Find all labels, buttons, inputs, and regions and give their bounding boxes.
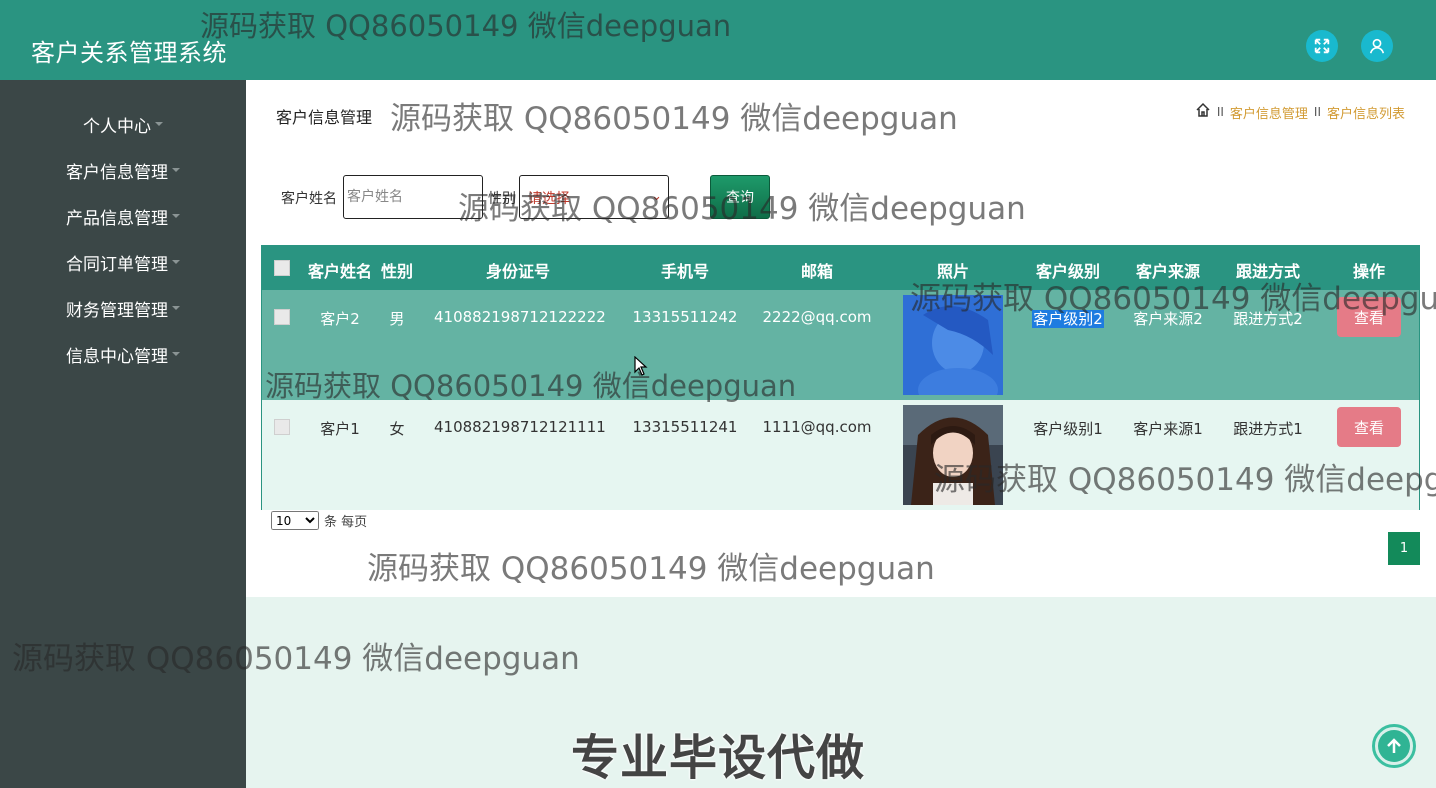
cell-id-number: 410882198712122222	[434, 308, 606, 326]
cell-id-number: 410882198712121111	[434, 418, 606, 436]
breadcrumb-customer-list: 客户信息列表	[1326, 106, 1405, 122]
sidebar-item-product-info[interactable]: 产品信息管理	[0, 201, 246, 231]
view-button[interactable]: 查看	[1337, 297, 1401, 337]
cell-level: 客户级别1	[1033, 420, 1103, 438]
customer-name-input[interactable]	[343, 175, 483, 219]
main-content: 客户信息管理 II 客户信息管理 II 客户信息列表 客户姓名 性别 请选择 ⌄…	[246, 80, 1436, 597]
page-size-control: 10 条 每页	[271, 511, 367, 530]
select-all-checkbox[interactable]	[274, 260, 290, 276]
cell-follow: 跟进方式1	[1233, 420, 1303, 438]
sidebar: 个人中心 客户信息管理 产品信息管理 合同订单管理 财务管理管理 信息中心管理	[0, 80, 246, 788]
gender-label: 性别	[488, 191, 516, 207]
fullscreen-icon[interactable]	[1306, 30, 1338, 62]
page-size-suffix: 条 每页	[324, 515, 368, 530]
breadcrumb-customer-info[interactable]: 客户信息管理	[1230, 103, 1308, 122]
caret-down-icon	[172, 306, 180, 310]
sidebar-item-label: 信息中心管理	[66, 346, 168, 367]
breadcrumb: II 客户信息管理 II 客户信息列表	[1195, 102, 1405, 122]
caret-down-icon	[172, 260, 180, 264]
column-header-phone[interactable]: 手机号	[632, 258, 738, 282]
cell-level: 客户级别2	[1030, 308, 1106, 329]
sidebar-item-info-center[interactable]: 信息中心管理	[0, 339, 246, 369]
sidebar-item-contract-orders[interactable]: 合同订单管理	[0, 247, 246, 277]
column-header-level[interactable]: 客户级别	[1030, 258, 1106, 282]
query-button[interactable]: 查询	[710, 175, 770, 219]
sidebar-item-finance[interactable]: 财务管理管理	[0, 293, 246, 323]
cell-phone: 13315511242	[632, 308, 738, 326]
customer-photo	[903, 295, 1003, 395]
table-header: 客户姓名 性别 身份证号 手机号 邮箱 照片 客户级别 客户来源 跟进方式 操作	[262, 246, 1419, 290]
column-header-id-number[interactable]: 身份证号	[434, 258, 602, 282]
column-header-email[interactable]: 邮箱	[762, 258, 872, 282]
user-icon[interactable]	[1361, 30, 1393, 62]
arrow-up-icon	[1378, 730, 1410, 762]
row-checkbox[interactable]	[274, 419, 290, 435]
breadcrumb-separator: II	[1313, 105, 1321, 119]
cell-level-text: 客户级别2	[1032, 310, 1104, 328]
cell-phone: 13315511241	[632, 418, 738, 436]
sidebar-item-label: 客户信息管理	[66, 162, 168, 183]
sidebar-item-label: 产品信息管理	[66, 208, 168, 229]
caret-down-icon	[172, 214, 180, 218]
column-header-follow[interactable]: 跟进方式	[1228, 258, 1308, 282]
caret-down-icon	[172, 352, 180, 356]
sidebar-item-customer-info[interactable]: 客户信息管理	[0, 155, 246, 185]
sidebar-item-personal-center[interactable]: 个人中心	[0, 109, 246, 139]
sidebar-item-label: 财务管理管理	[66, 300, 168, 321]
cell-source: 客户来源1	[1133, 420, 1203, 438]
column-header-name[interactable]: 客户姓名	[307, 258, 373, 282]
cell-follow: 跟进方式2	[1233, 310, 1303, 328]
customer-table: 客户姓名 性别 身份证号 手机号 邮箱 照片 客户级别 客户来源 跟进方式 操作…	[261, 245, 1420, 510]
sidebar-item-label: 个人中心	[83, 116, 151, 137]
column-header-photo[interactable]: 照片	[903, 258, 1003, 282]
page-size-select[interactable]: 10	[271, 511, 319, 530]
column-header-action: 操作	[1352, 262, 1385, 281]
app-title: 客户关系管理系统	[31, 39, 227, 67]
chevron-down-icon: ⌄	[651, 189, 662, 204]
breadcrumb-separator: II	[1216, 105, 1224, 119]
caret-down-icon	[172, 168, 180, 172]
view-button[interactable]: 查看	[1337, 407, 1401, 447]
customer-photo	[903, 405, 1003, 505]
home-icon[interactable]	[1195, 102, 1211, 122]
cell-name: 客户2	[320, 310, 360, 328]
gender-select[interactable]: 请选择 ⌄	[519, 175, 669, 219]
cell-email: 2222@qq.com	[762, 308, 872, 326]
column-header-source[interactable]: 客户来源	[1128, 258, 1208, 282]
cell-email: 1111@qq.com	[762, 418, 872, 436]
mouse-cursor-icon	[634, 355, 648, 380]
table-row[interactable]: 客户2 男 410882198712122222 13315511242 222…	[262, 290, 1419, 400]
table-row[interactable]: 客户1 女 410882198712121111 13315511241 111…	[262, 400, 1419, 510]
promo-banner: 专业毕设代做	[571, 730, 866, 786]
row-checkbox[interactable]	[274, 309, 290, 325]
page-title: 客户信息管理	[276, 108, 373, 127]
customer-name-label: 客户姓名	[281, 191, 337, 207]
caret-down-icon	[155, 122, 163, 126]
page-button[interactable]: 1	[1388, 532, 1420, 565]
cell-source: 客户来源2	[1133, 310, 1203, 328]
cell-name: 客户1	[320, 420, 360, 438]
cell-gender: 男	[389, 310, 405, 328]
gender-select-value: 请选择	[528, 191, 570, 207]
top-bar: 客户关系管理系统	[0, 0, 1436, 80]
sidebar-item-label: 合同订单管理	[66, 254, 168, 275]
back-to-top-button[interactable]	[1372, 724, 1416, 768]
cell-gender: 女	[389, 420, 405, 438]
column-header-gender[interactable]: 性别	[377, 258, 417, 282]
